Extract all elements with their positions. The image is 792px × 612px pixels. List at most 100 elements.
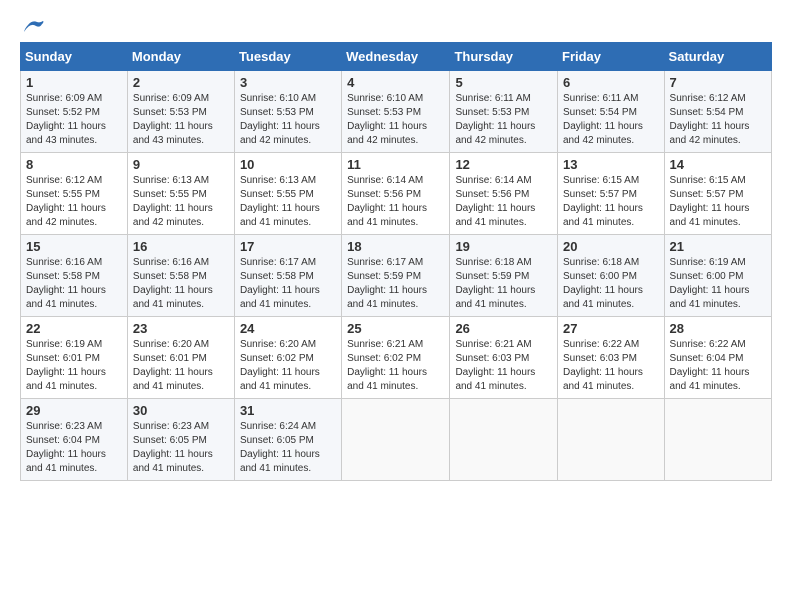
day-number: 16 — [133, 239, 229, 254]
calendar-cell: 27 Sunrise: 6:22 AMSunset: 6:03 PMDaylig… — [558, 317, 665, 399]
header-monday: Monday — [127, 43, 234, 71]
day-info: Sunrise: 6:16 AMSunset: 5:58 PMDaylight:… — [26, 256, 122, 312]
header-thursday: Thursday — [450, 43, 558, 71]
calendar-cell — [450, 399, 558, 481]
calendar-cell: 1 Sunrise: 6:09 AMSunset: 5:52 PMDayligh… — [21, 71, 128, 153]
day-number: 4 — [347, 75, 444, 90]
day-info: Sunrise: 6:19 AMSunset: 6:01 PMDaylight:… — [26, 338, 122, 394]
day-number: 8 — [26, 157, 122, 172]
header-sunday: Sunday — [21, 43, 128, 71]
day-number: 6 — [563, 75, 659, 90]
calendar-cell: 14 Sunrise: 6:15 AMSunset: 5:57 PMDaylig… — [664, 153, 771, 235]
day-number: 24 — [240, 321, 336, 336]
calendar-cell: 13 Sunrise: 6:15 AMSunset: 5:57 PMDaylig… — [558, 153, 665, 235]
calendar-week-row: 1 Sunrise: 6:09 AMSunset: 5:52 PMDayligh… — [21, 71, 772, 153]
calendar-cell: 3 Sunrise: 6:10 AMSunset: 5:53 PMDayligh… — [234, 71, 341, 153]
calendar-cell — [664, 399, 771, 481]
calendar-cell: 29 Sunrise: 6:23 AMSunset: 6:04 PMDaylig… — [21, 399, 128, 481]
day-number: 7 — [670, 75, 766, 90]
calendar-week-row: 15 Sunrise: 6:16 AMSunset: 5:58 PMDaylig… — [21, 235, 772, 317]
calendar-header-row: SundayMondayTuesdayWednesdayThursdayFrid… — [21, 43, 772, 71]
day-number: 12 — [455, 157, 552, 172]
day-number: 11 — [347, 157, 444, 172]
calendar-cell — [558, 399, 665, 481]
day-info: Sunrise: 6:11 AMSunset: 5:54 PMDaylight:… — [563, 92, 659, 148]
header-saturday: Saturday — [664, 43, 771, 71]
day-number: 22 — [26, 321, 122, 336]
calendar-cell: 31 Sunrise: 6:24 AMSunset: 6:05 PMDaylig… — [234, 399, 341, 481]
calendar-cell: 23 Sunrise: 6:20 AMSunset: 6:01 PMDaylig… — [127, 317, 234, 399]
day-number: 25 — [347, 321, 444, 336]
day-number: 27 — [563, 321, 659, 336]
day-info: Sunrise: 6:10 AMSunset: 5:53 PMDaylight:… — [240, 92, 336, 148]
day-info: Sunrise: 6:13 AMSunset: 5:55 PMDaylight:… — [240, 174, 336, 230]
day-info: Sunrise: 6:13 AMSunset: 5:55 PMDaylight:… — [133, 174, 229, 230]
day-number: 20 — [563, 239, 659, 254]
calendar-cell — [342, 399, 450, 481]
header-wednesday: Wednesday — [342, 43, 450, 71]
day-info: Sunrise: 6:22 AMSunset: 6:03 PMDaylight:… — [563, 338, 659, 394]
calendar-cell: 26 Sunrise: 6:21 AMSunset: 6:03 PMDaylig… — [450, 317, 558, 399]
calendar-week-row: 29 Sunrise: 6:23 AMSunset: 6:04 PMDaylig… — [21, 399, 772, 481]
calendar-week-row: 8 Sunrise: 6:12 AMSunset: 5:55 PMDayligh… — [21, 153, 772, 235]
calendar-cell: 9 Sunrise: 6:13 AMSunset: 5:55 PMDayligh… — [127, 153, 234, 235]
day-info: Sunrise: 6:20 AMSunset: 6:01 PMDaylight:… — [133, 338, 229, 394]
day-info: Sunrise: 6:12 AMSunset: 5:54 PMDaylight:… — [670, 92, 766, 148]
calendar-cell: 6 Sunrise: 6:11 AMSunset: 5:54 PMDayligh… — [558, 71, 665, 153]
calendar-week-row: 22 Sunrise: 6:19 AMSunset: 6:01 PMDaylig… — [21, 317, 772, 399]
day-number: 31 — [240, 403, 336, 418]
calendar-cell: 10 Sunrise: 6:13 AMSunset: 5:55 PMDaylig… — [234, 153, 341, 235]
day-info: Sunrise: 6:11 AMSunset: 5:53 PMDaylight:… — [455, 92, 552, 148]
day-info: Sunrise: 6:16 AMSunset: 5:58 PMDaylight:… — [133, 256, 229, 312]
day-number: 18 — [347, 239, 444, 254]
day-number: 17 — [240, 239, 336, 254]
day-number: 23 — [133, 321, 229, 336]
day-info: Sunrise: 6:17 AMSunset: 5:58 PMDaylight:… — [240, 256, 336, 312]
day-number: 3 — [240, 75, 336, 90]
calendar-cell: 16 Sunrise: 6:16 AMSunset: 5:58 PMDaylig… — [127, 235, 234, 317]
day-info: Sunrise: 6:10 AMSunset: 5:53 PMDaylight:… — [347, 92, 444, 148]
day-number: 28 — [670, 321, 766, 336]
day-info: Sunrise: 6:17 AMSunset: 5:59 PMDaylight:… — [347, 256, 444, 312]
calendar-cell: 25 Sunrise: 6:21 AMSunset: 6:02 PMDaylig… — [342, 317, 450, 399]
day-number: 5 — [455, 75, 552, 90]
calendar-cell: 8 Sunrise: 6:12 AMSunset: 5:55 PMDayligh… — [21, 153, 128, 235]
day-number: 15 — [26, 239, 122, 254]
calendar-cell: 19 Sunrise: 6:18 AMSunset: 5:59 PMDaylig… — [450, 235, 558, 317]
day-info: Sunrise: 6:19 AMSunset: 6:00 PMDaylight:… — [670, 256, 766, 312]
day-info: Sunrise: 6:14 AMSunset: 5:56 PMDaylight:… — [347, 174, 444, 230]
day-number: 1 — [26, 75, 122, 90]
calendar-cell: 20 Sunrise: 6:18 AMSunset: 6:00 PMDaylig… — [558, 235, 665, 317]
day-info: Sunrise: 6:15 AMSunset: 5:57 PMDaylight:… — [563, 174, 659, 230]
calendar-table: SundayMondayTuesdayWednesdayThursdayFrid… — [20, 42, 772, 481]
day-number: 14 — [670, 157, 766, 172]
day-info: Sunrise: 6:20 AMSunset: 6:02 PMDaylight:… — [240, 338, 336, 394]
calendar-cell: 22 Sunrise: 6:19 AMSunset: 6:01 PMDaylig… — [21, 317, 128, 399]
day-info: Sunrise: 6:18 AMSunset: 5:59 PMDaylight:… — [455, 256, 552, 312]
day-info: Sunrise: 6:24 AMSunset: 6:05 PMDaylight:… — [240, 420, 336, 476]
calendar-cell: 5 Sunrise: 6:11 AMSunset: 5:53 PMDayligh… — [450, 71, 558, 153]
day-number: 21 — [670, 239, 766, 254]
day-number: 26 — [455, 321, 552, 336]
calendar-cell: 7 Sunrise: 6:12 AMSunset: 5:54 PMDayligh… — [664, 71, 771, 153]
day-info: Sunrise: 6:09 AMSunset: 5:52 PMDaylight:… — [26, 92, 122, 148]
day-number: 19 — [455, 239, 552, 254]
calendar-cell: 12 Sunrise: 6:14 AMSunset: 5:56 PMDaylig… — [450, 153, 558, 235]
day-info: Sunrise: 6:22 AMSunset: 6:04 PMDaylight:… — [670, 338, 766, 394]
header-tuesday: Tuesday — [234, 43, 341, 71]
calendar-cell: 18 Sunrise: 6:17 AMSunset: 5:59 PMDaylig… — [342, 235, 450, 317]
day-number: 30 — [133, 403, 229, 418]
day-info: Sunrise: 6:23 AMSunset: 6:05 PMDaylight:… — [133, 420, 229, 476]
day-number: 9 — [133, 157, 229, 172]
calendar-cell: 28 Sunrise: 6:22 AMSunset: 6:04 PMDaylig… — [664, 317, 771, 399]
day-number: 10 — [240, 157, 336, 172]
day-info: Sunrise: 6:21 AMSunset: 6:02 PMDaylight:… — [347, 338, 444, 394]
calendar-cell: 11 Sunrise: 6:14 AMSunset: 5:56 PMDaylig… — [342, 153, 450, 235]
day-info: Sunrise: 6:23 AMSunset: 6:04 PMDaylight:… — [26, 420, 122, 476]
day-number: 29 — [26, 403, 122, 418]
header-friday: Friday — [558, 43, 665, 71]
calendar-cell: 17 Sunrise: 6:17 AMSunset: 5:58 PMDaylig… — [234, 235, 341, 317]
day-info: Sunrise: 6:12 AMSunset: 5:55 PMDaylight:… — [26, 174, 122, 230]
day-info: Sunrise: 6:14 AMSunset: 5:56 PMDaylight:… — [455, 174, 552, 230]
calendar-cell: 2 Sunrise: 6:09 AMSunset: 5:53 PMDayligh… — [127, 71, 234, 153]
